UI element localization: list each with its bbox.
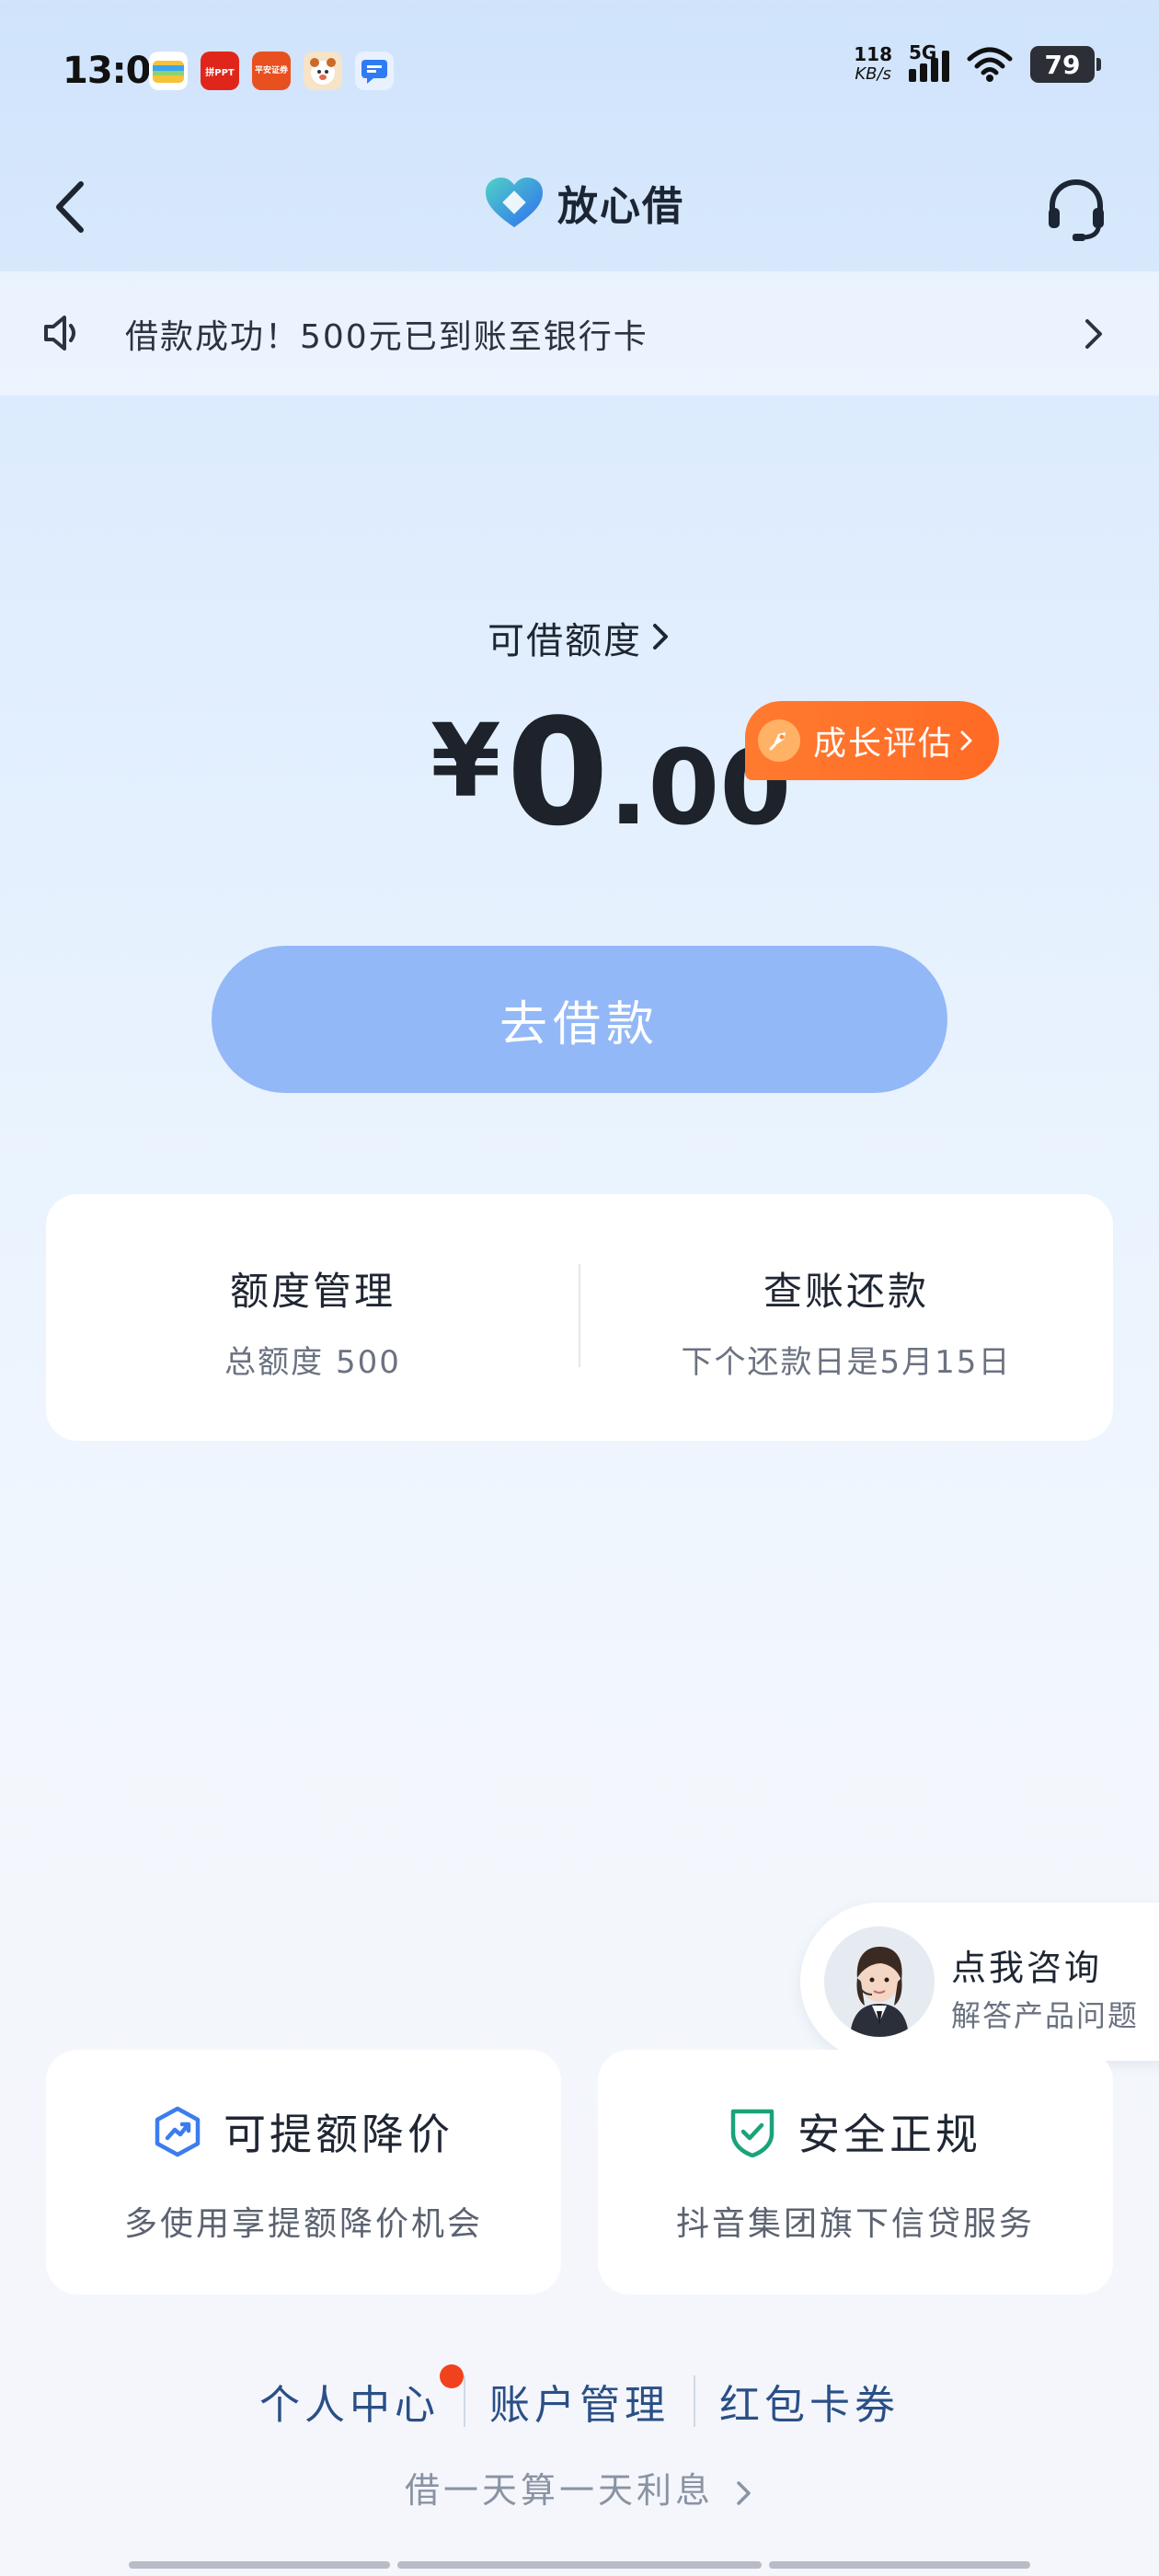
growth-assessment-label: 成长评估 <box>813 725 954 763</box>
rocket-icon <box>758 719 800 762</box>
heart-logo-icon <box>486 178 543 227</box>
status-app-icons: 拼PPT 平安证券 <box>149 52 394 90</box>
currency-symbol: ¥ <box>430 702 501 820</box>
borrow-button[interactable]: 去借款 <box>212 946 947 1093</box>
coupons-link[interactable]: 红包卡券 <box>695 2372 924 2431</box>
status-bar: 13:01 拼PPT 平安证券 118 KB/s 5G 79 <box>0 0 1159 147</box>
next-repayment-date: 下个还款日是5月15日 <box>681 1344 1012 1381</box>
battery-indicator: 79 <box>1030 46 1101 83</box>
notice-bar[interactable]: 借款成功！500元已到账至银行卡 <box>0 271 1159 396</box>
repayment-entry[interactable]: 查账还款 下个还款日是5月15日 <box>580 1194 1113 1441</box>
account-management-label: 账户管理 <box>489 2382 670 2429</box>
headset-icon <box>1049 178 1104 241</box>
bear-app-icon <box>304 52 342 90</box>
message-app-icon <box>355 52 394 90</box>
coupons-label: 红包卡券 <box>719 2382 900 2429</box>
gesture-bar <box>129 2561 1030 2569</box>
notice-text: 借款成功！500元已到账至银行卡 <box>125 318 648 356</box>
chevron-right-icon <box>737 2480 751 2505</box>
consult-subtitle: 解答产品问题 <box>951 1998 1140 2033</box>
account-management-link[interactable]: 账户管理 <box>465 2372 694 2431</box>
shield-check-icon <box>730 2109 775 2157</box>
feature-title: 可提额降价 <box>224 2110 453 2159</box>
back-button[interactable] <box>42 175 107 239</box>
interest-slogan-link[interactable]: 借一天算一天利息 <box>0 2462 1159 2513</box>
consult-bubble[interactable]: 点我咨询 解答产品问题 <box>800 1903 1159 2061</box>
available-amount: ¥ 0 .00 <box>430 699 791 847</box>
network-speed: 118 KB/s <box>854 44 892 85</box>
feature-subtitle: 多使用享提额降价机会 <box>123 2205 483 2243</box>
speaker-icon <box>44 316 75 351</box>
brand: 放心借 <box>484 173 684 232</box>
pdd-app-label: 拼PPT <box>205 67 235 78</box>
feature-title: 安全正规 <box>798 2110 981 2159</box>
cellular-signal-icon: 5G <box>909 41 949 82</box>
pingan-securities-app-icon: 平安证券 <box>252 52 291 90</box>
status-right: 118 KB/s 5G 79 <box>854 41 1101 85</box>
brand-name: 放心借 <box>557 183 684 230</box>
personal-center-link[interactable]: 个人中心 <box>235 2364 464 2431</box>
pdd-app-icon: 拼PPT <box>201 52 239 90</box>
feature-head: 安全正规 <box>598 2101 1113 2162</box>
feature-card-limit-increase[interactable]: 可提额降价 多使用享提额降价机会 <box>46 2050 561 2294</box>
interest-slogan-text: 借一天算一天利息 <box>404 2470 714 2511</box>
consult-title: 点我咨询 <box>951 1948 1103 1988</box>
available-limit-label[interactable]: 可借额度 <box>0 611 1159 664</box>
trend-up-icon <box>155 2106 201 2157</box>
account-management-card: 额度管理 总额度 500 查账还款 下个还款日是5月15日 <box>46 1194 1113 1441</box>
bottom-links: 个人中心 账户管理 红包卡券 <box>0 2364 1159 2431</box>
network-speed-value: 118 <box>854 43 892 65</box>
network-speed-unit: KB/s <box>855 64 891 84</box>
personal-center-label: 个人中心 <box>259 2382 440 2429</box>
feature-subtitle: 抖音集团旗下信贷服务 <box>675 2205 1035 2243</box>
feature-card-security[interactable]: 安全正规 抖音集团旗下信贷服务 <box>598 2050 1113 2294</box>
chevron-right-icon <box>960 730 972 751</box>
limit-management-entry[interactable]: 额度管理 总额度 500 <box>46 1194 580 1441</box>
wallet-app-icon <box>149 52 188 90</box>
customer-service-button[interactable] <box>1039 171 1113 245</box>
agent-avatar <box>824 1926 935 2037</box>
amount-integer: 0 <box>506 686 609 858</box>
notification-dot <box>440 2364 464 2388</box>
wifi-icon <box>967 47 1013 82</box>
total-limit-text: 总额度 500 <box>224 1344 401 1381</box>
growth-assessment-button[interactable]: 成长评估 <box>745 701 999 780</box>
chevron-right-icon <box>649 620 671 662</box>
chevron-left-icon <box>56 181 84 233</box>
available-limit-text: 可借额度 <box>488 620 642 662</box>
repayment-title: 查账还款 <box>763 1269 929 1314</box>
feature-head: 可提额降价 <box>46 2101 561 2162</box>
network-type: 5G <box>909 41 937 63</box>
pingan-app-label: 平安证券 <box>254 65 288 75</box>
limit-management-title: 额度管理 <box>229 1269 396 1314</box>
app-header: 放心借 <box>0 147 1159 267</box>
chevron-right-icon <box>1085 319 1102 349</box>
